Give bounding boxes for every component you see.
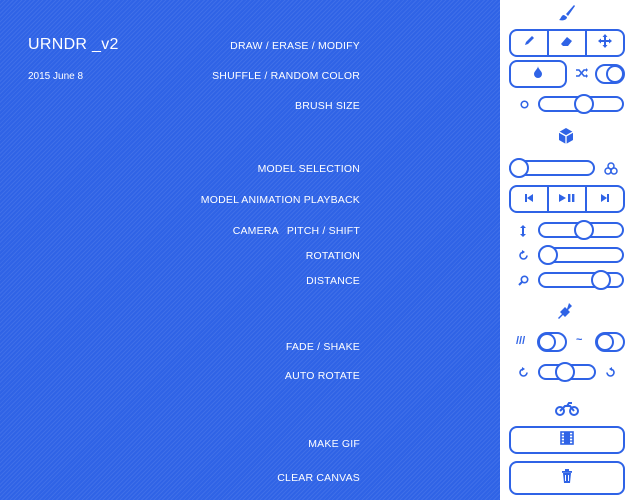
clear-canvas-button[interactable] <box>509 461 625 495</box>
shuffle-icon <box>575 66 589 80</box>
fade-glyph: /// <box>516 335 526 347</box>
paintbrush-icon <box>555 2 579 24</box>
label-shuffle: SHUFFLE / RANDOM COLOR <box>212 70 360 82</box>
shuffle-toggle[interactable] <box>595 64 625 84</box>
label-camera-title: CAMERA <box>232 225 279 237</box>
film-icon <box>560 430 574 450</box>
label-model-selection: MODEL SELECTION <box>257 163 360 175</box>
rotation-slider[interactable] <box>538 245 624 265</box>
fade-toggle-knob <box>538 333 556 351</box>
play-pause-icon <box>558 190 576 208</box>
draw-mode-group <box>509 29 625 57</box>
pitch-shift-knob[interactable] <box>574 220 595 240</box>
pencil-icon <box>523 34 535 52</box>
rotate-right-icon <box>603 365 617 379</box>
distance-knob[interactable] <box>590 270 611 290</box>
label-pitch-shift: PITCH / SHIFT <box>286 225 360 237</box>
next-frame-button[interactable] <box>585 187 623 211</box>
modify-button[interactable] <box>585 31 623 55</box>
shapes-icon <box>603 160 619 176</box>
zoom-icon <box>516 273 530 287</box>
skip-back-icon <box>524 190 534 208</box>
label-model-playback: MODEL ANIMATION PLAYBACK <box>200 194 360 206</box>
play-pause-button[interactable] <box>547 187 585 211</box>
pitch-shift-slider[interactable] <box>538 220 624 240</box>
clear-canvas-seg <box>511 463 623 493</box>
brush-size-slider[interactable] <box>538 94 624 114</box>
droplet-icon <box>533 65 543 83</box>
move-arrows-icon <box>598 33 612 53</box>
random-color-button[interactable] <box>509 60 567 88</box>
motorcycle-icon <box>554 400 580 418</box>
label-fade-shake: FADE / SHAKE <box>285 341 360 353</box>
control-panel: /// ~ <box>500 0 625 500</box>
label-brush-size: BRUSH SIZE <box>294 100 360 112</box>
app-date: 2015 June 8 <box>28 71 84 82</box>
shake-toggle[interactable] <box>595 332 625 352</box>
plug-icon <box>556 300 576 322</box>
playback-group <box>509 185 625 213</box>
vertical-arrows-icon <box>517 224 529 238</box>
shake-toggle-knob <box>596 333 614 351</box>
label-camera: CAMERA PITCH / SHIFT <box>233 225 360 237</box>
label-rotation: ROTATION <box>305 250 360 262</box>
app-title: URNDR _v2 <box>28 36 119 53</box>
drawing-canvas[interactable]: URNDR _v2 2015 June 8 DRAW / ERASE / MOD… <box>0 0 500 500</box>
small-circle-icon <box>518 98 530 110</box>
cube-icon <box>556 126 576 146</box>
label-clear-canvas: CLEAR CANVAS <box>277 472 360 484</box>
model-selection-knob[interactable] <box>509 158 529 178</box>
rotate-icon <box>516 248 530 262</box>
auto-rotate-knob[interactable] <box>555 362 576 382</box>
random-color-seg <box>511 62 565 86</box>
label-make-gif: MAKE GIF <box>308 438 360 450</box>
draw-button[interactable] <box>511 31 547 55</box>
rotate-left-icon <box>516 365 530 379</box>
label-auto-rotate: AUTO ROTATE <box>284 370 360 382</box>
shake-glyph: ~ <box>576 334 583 346</box>
make-gif-button[interactable] <box>509 426 625 454</box>
label-distance: DISTANCE <box>306 275 360 287</box>
fade-toggle[interactable] <box>537 332 567 352</box>
rotation-knob[interactable] <box>538 245 558 265</box>
brush-size-knob[interactable] <box>574 94 595 114</box>
eraser-icon <box>560 34 574 52</box>
model-selection-slider[interactable] <box>509 158 595 178</box>
previous-frame-button[interactable] <box>511 187 547 211</box>
erase-button[interactable] <box>547 31 585 55</box>
skip-forward-icon <box>600 190 610 208</box>
auto-rotate-slider[interactable] <box>538 362 596 382</box>
make-gif-seg <box>511 428 623 452</box>
label-draw: DRAW / ERASE / MODIFY <box>230 40 360 52</box>
shuffle-toggle-knob <box>606 65 624 83</box>
trash-icon <box>561 468 573 488</box>
distance-slider[interactable] <box>538 270 624 290</box>
